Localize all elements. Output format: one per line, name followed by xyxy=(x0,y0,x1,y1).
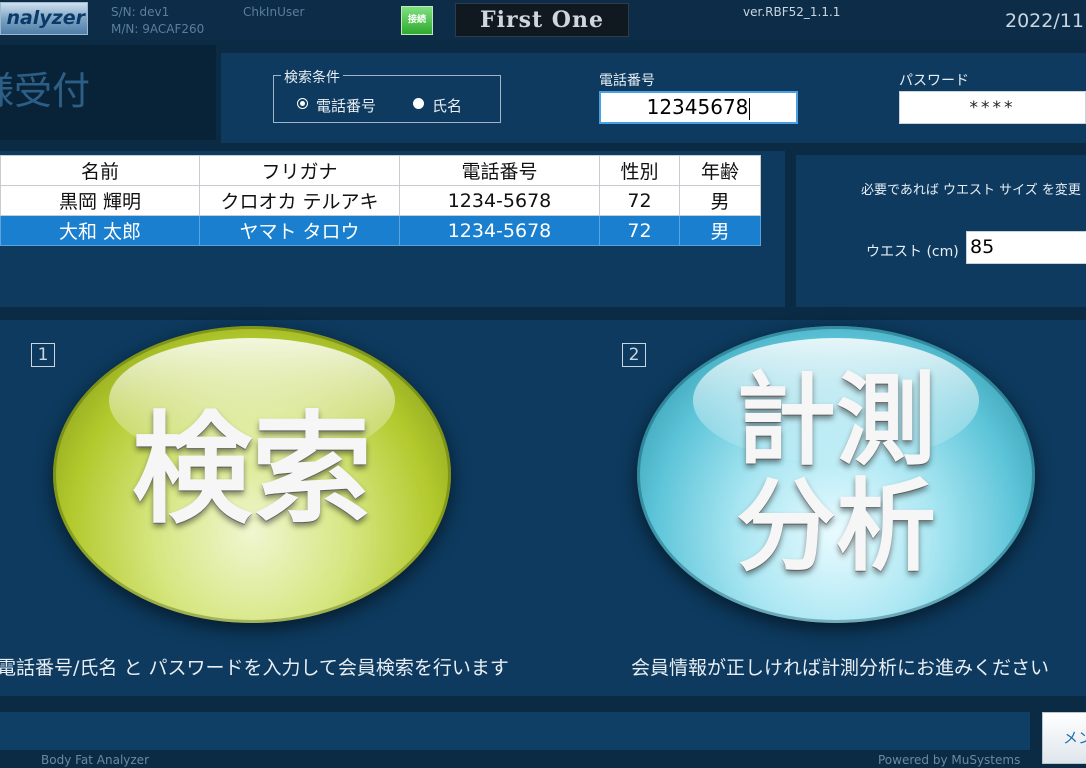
waist-label: ウエスト (cm) xyxy=(866,244,959,260)
column-header-age[interactable]: 年齢 xyxy=(679,155,761,186)
cell-kana: クロオカ テルアキ xyxy=(199,185,400,216)
waist-input[interactable]: 85 xyxy=(966,231,1086,264)
cell-name: 大和 太郎 xyxy=(0,215,200,246)
date-display: 2022/11 xyxy=(1005,10,1084,32)
text-caret xyxy=(749,97,751,120)
search-condition-label: 検索条件 xyxy=(281,67,343,87)
column-header-gender[interactable]: 性別 xyxy=(599,155,680,186)
table-header-row: 名前 フリガナ 電話番号 性別 年齢 xyxy=(0,155,761,186)
serial-number: S/N: dev1 xyxy=(111,5,170,19)
search-button-label: 検索 xyxy=(132,401,372,540)
cell-gender: 72 xyxy=(599,185,680,216)
waist-note: 必要であれば ウエスト サイズ を変更 xyxy=(861,183,1081,198)
table-row[interactable]: 黒岡 輝明 クロオカ テルアキ 1234-5678 72 男 xyxy=(0,185,761,216)
page-title: 様受付 xyxy=(0,69,91,113)
radio-phone-label[interactable]: 電話番号 xyxy=(316,95,376,116)
model-number: M/N: 9ACAF260 xyxy=(111,22,205,36)
password-label: パスワード xyxy=(899,73,969,89)
cell-age: 男 xyxy=(679,185,761,216)
cell-phone: 1234-5678 xyxy=(399,215,600,246)
phone-input[interactable]: 12345678 xyxy=(599,91,798,124)
brand-banner: First One xyxy=(455,3,629,37)
column-header-phone[interactable]: 電話番号 xyxy=(399,155,600,186)
footer-app-name: Body Fat Analyzer xyxy=(41,753,149,767)
password-input[interactable]: **** xyxy=(899,91,1086,124)
message-bar xyxy=(0,712,1030,750)
search-button[interactable]: 検索 xyxy=(53,326,451,623)
cell-kana: ヤマト タロウ xyxy=(199,215,400,246)
measure-label-line2: 分析 xyxy=(736,468,936,585)
column-header-kana[interactable]: フリガナ xyxy=(199,155,400,186)
cell-phone: 1234-5678 xyxy=(399,185,600,216)
measure-caption: 会員情報が正しければ計測分析にお進みください xyxy=(631,657,1050,679)
cell-gender: 72 xyxy=(599,215,680,246)
radio-name[interactable] xyxy=(413,98,424,109)
radio-name-label[interactable]: 氏名 xyxy=(432,95,462,116)
phone-label: 電話番号 xyxy=(599,73,655,89)
search-caption: 電話番号/氏名 と パスワードを入力して会員検索を行います xyxy=(0,657,509,679)
cell-age: 男 xyxy=(679,215,761,246)
measure-label-line1: 計測 xyxy=(736,362,936,479)
step-number-1: 1 xyxy=(31,343,55,367)
member-results-table: 名前 フリガナ 電話番号 性別 年齢 黒岡 輝明 クロオカ テルアキ 1234-… xyxy=(0,155,761,246)
measure-analyze-button[interactable]: 計測 分析 xyxy=(637,326,1035,623)
connect-button[interactable]: 接続 xyxy=(401,6,433,35)
radio-phone[interactable] xyxy=(297,98,308,109)
version-label: ver.RBF52_1.1.1 xyxy=(743,5,841,19)
measure-button-label: 計測 分析 xyxy=(637,368,1035,580)
menu-button[interactable]: メン xyxy=(1042,712,1086,764)
cell-name: 黒岡 輝明 xyxy=(0,185,200,216)
column-header-name[interactable]: 名前 xyxy=(0,155,200,186)
phone-input-value: 12345678 xyxy=(646,95,749,119)
table-row-selected[interactable]: 大和 太郎 ヤマト タロウ 1234-5678 72 男 xyxy=(0,215,761,246)
footer-powered-by: Powered by MuSystems xyxy=(878,753,1021,767)
app-logo: nalyzer xyxy=(0,2,88,35)
user-name: ChkInUser xyxy=(243,5,305,19)
step-number-2: 2 xyxy=(622,343,646,367)
